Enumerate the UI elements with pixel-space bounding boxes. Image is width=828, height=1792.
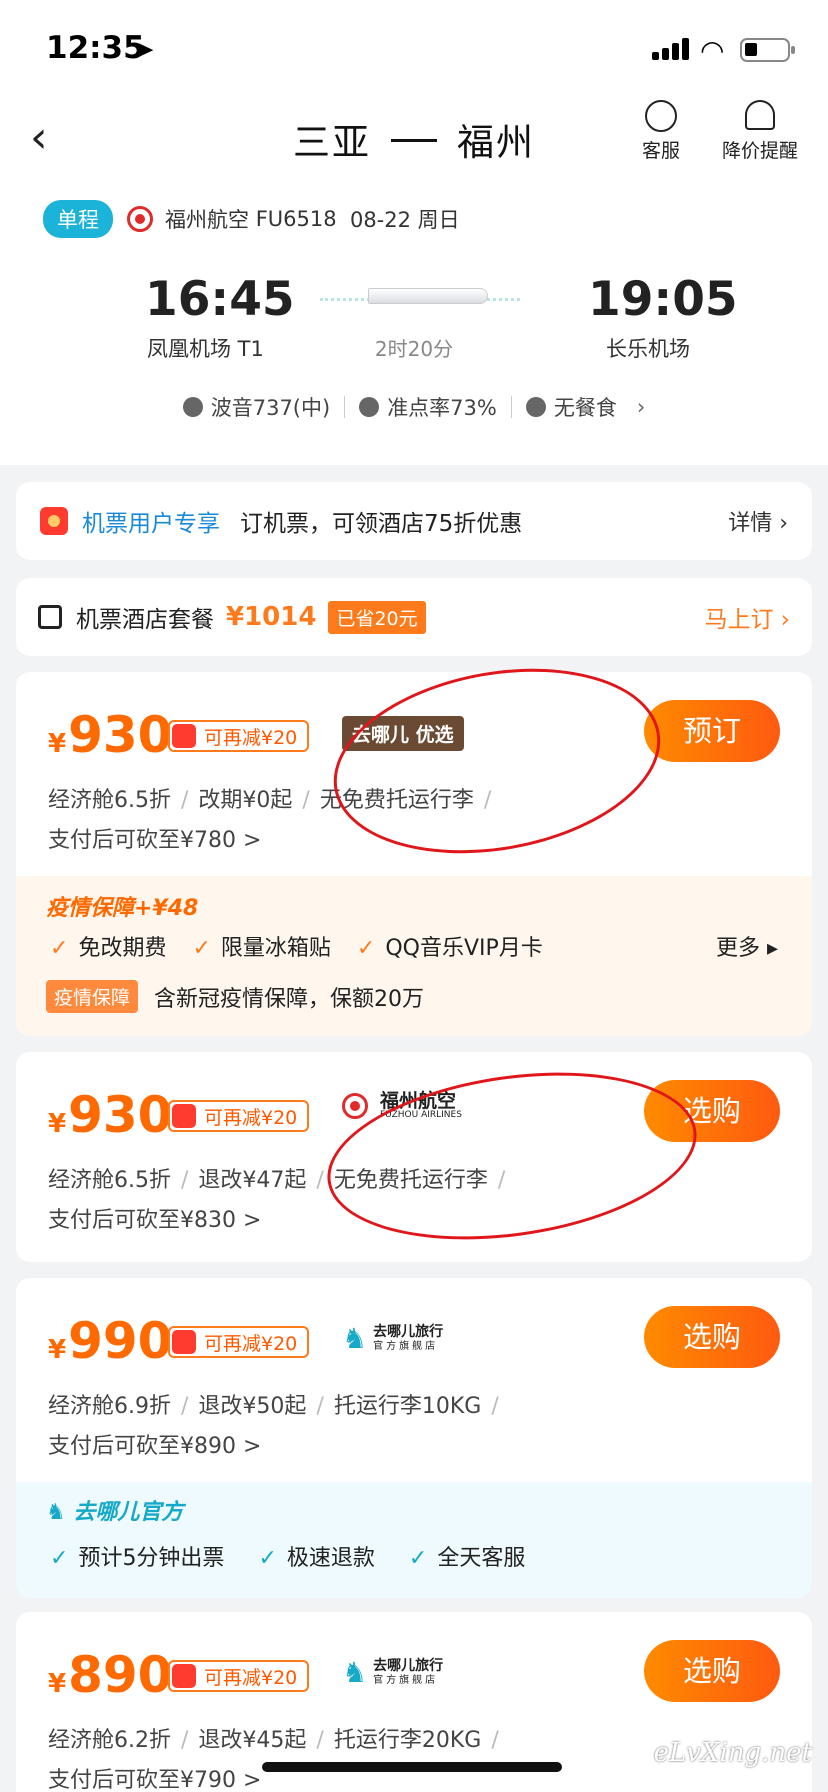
bargain-link[interactable]: 支付后可砍至¥890 > <box>48 1428 261 1460</box>
chat-icon <box>645 100 677 132</box>
coupon-badge: 可再减¥20 <box>168 1326 310 1358</box>
flight-date: 08-22 周日 <box>349 208 460 232</box>
watermark: eLvXing.net <box>653 1738 812 1768</box>
flight-duration: 2时20分 <box>374 337 454 361</box>
package-saved-badge: 已省20元 <box>328 600 426 634</box>
offer-price: ¥990 <box>48 1312 173 1370</box>
arrival-time: 19:05 <box>588 272 738 327</box>
camel-icon: ♞ <box>342 1322 368 1355</box>
promo-details-link[interactable]: 详情 › <box>728 505 788 537</box>
trip-info: 单程 福州航空 FU6518 08-22 周日 <box>43 200 460 238</box>
official-section: ♞ 去哪儿官方 ✓ 预计5分钟出票 ✓ 极速退款 ✓ 全天客服 <box>16 1482 812 1598</box>
route-dash <box>391 139 437 142</box>
official-title: ♞ 去哪儿官方 <box>46 1500 184 1525</box>
plane-icon <box>320 268 520 308</box>
gift-icon <box>40 507 68 535</box>
suitcase-icon <box>38 605 62 629</box>
home-indicator[interactable] <box>262 1762 562 1772</box>
departure-time: 16:45 <box>145 272 295 327</box>
insurance-perks: ✓ 免改期费 ✓ 限量冰箱贴 ✓ QQ音乐VIP月卡 更多 ▸ <box>16 930 812 962</box>
insurance-tag: 疫情保障 <box>46 980 139 1013</box>
offer-price: ¥930 <box>48 706 173 764</box>
qunar-store-brand: ♞ 去哪儿旅行 官方旗舰店 <box>342 1322 444 1355</box>
fare-info: 经济舱6.9折 / 退改¥50起 / 托运行李10KG / <box>48 1394 499 1419</box>
arrival-airport: 长乐机场 <box>606 337 690 361</box>
bargain-link[interactable]: 支付后可砍至¥830 > <box>48 1202 261 1234</box>
wifi-icon: ◠ <box>700 34 725 67</box>
official-perks: ✓ 预计5分钟出票 ✓ 极速退款 ✓ 全天客服 <box>50 1546 526 1571</box>
book-button[interactable]: 预订 <box>644 700 780 762</box>
meal-info: 无餐食 <box>553 396 617 420</box>
offer-card: ¥990 可再减¥20 ♞ 去哪儿旅行 官方旗舰店 选购 经济舱6.9折 / 退改¥5… <box>16 1278 812 1598</box>
package-banner[interactable]: 机票酒店套餐 ¥1014 已省20元 马上订 › <box>16 578 812 656</box>
coupon-icon <box>172 724 196 748</box>
package-price: ¥1014 <box>226 602 317 632</box>
ontime-rate: 准点率73% <box>387 396 497 420</box>
aircraft-icon <box>182 397 203 417</box>
coupon-icon <box>172 1330 196 1354</box>
bargain-link[interactable]: 支付后可砍至¥790 > <box>48 1762 261 1792</box>
bargain-link[interactable]: 支付后可砍至¥780 > <box>48 822 261 854</box>
bell-icon <box>745 100 775 130</box>
airline-logo-icon <box>127 206 153 232</box>
service-label: 客服 <box>642 140 681 162</box>
location-arrow-icon: ➤ <box>136 38 155 63</box>
flight-number: FU6518 <box>255 207 337 231</box>
coupon-badge: 可再减¥20 <box>168 1100 310 1132</box>
package-label: 机票酒店套餐 <box>76 607 214 633</box>
chevron-right-icon: › <box>636 395 646 419</box>
promo-label: 机票用户专享 <box>82 511 220 537</box>
clock: 12:35 <box>46 30 145 66</box>
offer-price: ¥930 <box>48 1086 173 1144</box>
flight-summary: 12:35 ➤ ◠ ‹ 三亚 福州 客服 降价提醒 单程 福州航空 FU6518 … <box>0 0 828 465</box>
insurance-section[interactable]: 疫情保障+¥48 ✓ 免改期费 ✓ 限量冰箱贴 ✓ QQ音乐VIP月卡 更多 ▸ 疫情… <box>16 876 812 1036</box>
select-button[interactable]: 选购 <box>644 1306 780 1368</box>
status-bar: 12:35 ➤ ◠ <box>0 0 828 100</box>
qunar-store-brand: ♞ 去哪儿旅行 官方旗舰店 <box>342 1656 444 1689</box>
route-title: 三亚 福州 <box>0 112 828 166</box>
flight-meta[interactable]: 波音737(中) 准点率73% 无餐食 › <box>0 392 828 422</box>
insurance-more-link[interactable]: 更多 ▸ <box>716 930 778 962</box>
coupon-icon <box>172 1664 196 1688</box>
insurance-desc: 含新冠疫情保障，保额20万 <box>154 986 425 1012</box>
signal-icon <box>652 38 694 60</box>
price-alert-button[interactable]: 降价提醒 <box>722 100 798 163</box>
airline-logo-icon <box>342 1093 368 1119</box>
package-book-link[interactable]: 马上订 › <box>704 600 790 634</box>
offer-price: ¥890 <box>48 1646 173 1704</box>
coupon-badge: 可再减¥20 <box>168 1660 310 1692</box>
service-button[interactable]: 客服 <box>642 100 680 163</box>
select-button[interactable]: 选购 <box>644 1640 780 1702</box>
fare-info: 经济舱6.2折 / 退改¥45起 / 托运行李20KG / <box>48 1728 499 1753</box>
battery-icon <box>740 38 795 62</box>
coupon-icon <box>172 1104 196 1128</box>
meal-icon <box>525 397 546 417</box>
camel-icon: ♞ <box>342 1656 368 1689</box>
promo-banner[interactable]: 机票用户专享 订机票，可领酒店75折优惠 详情 › <box>16 482 812 560</box>
clock-icon <box>359 397 380 417</box>
coupon-badge: 可再减¥20 <box>168 720 310 752</box>
price-alert-label: 降价提醒 <box>722 140 799 162</box>
promo-text: 订机票，可领酒店75折优惠 <box>240 511 523 537</box>
camel-icon: ♞ <box>46 1500 74 1525</box>
trip-type-badge: 单程 <box>43 200 113 238</box>
from-city: 三亚 <box>293 121 371 164</box>
to-city: 福州 <box>457 121 535 164</box>
airline-name: 福州航空 <box>165 208 249 232</box>
insurance-title: 疫情保障+¥48 <box>46 896 199 921</box>
aircraft-type: 波音737(中) <box>210 396 331 420</box>
